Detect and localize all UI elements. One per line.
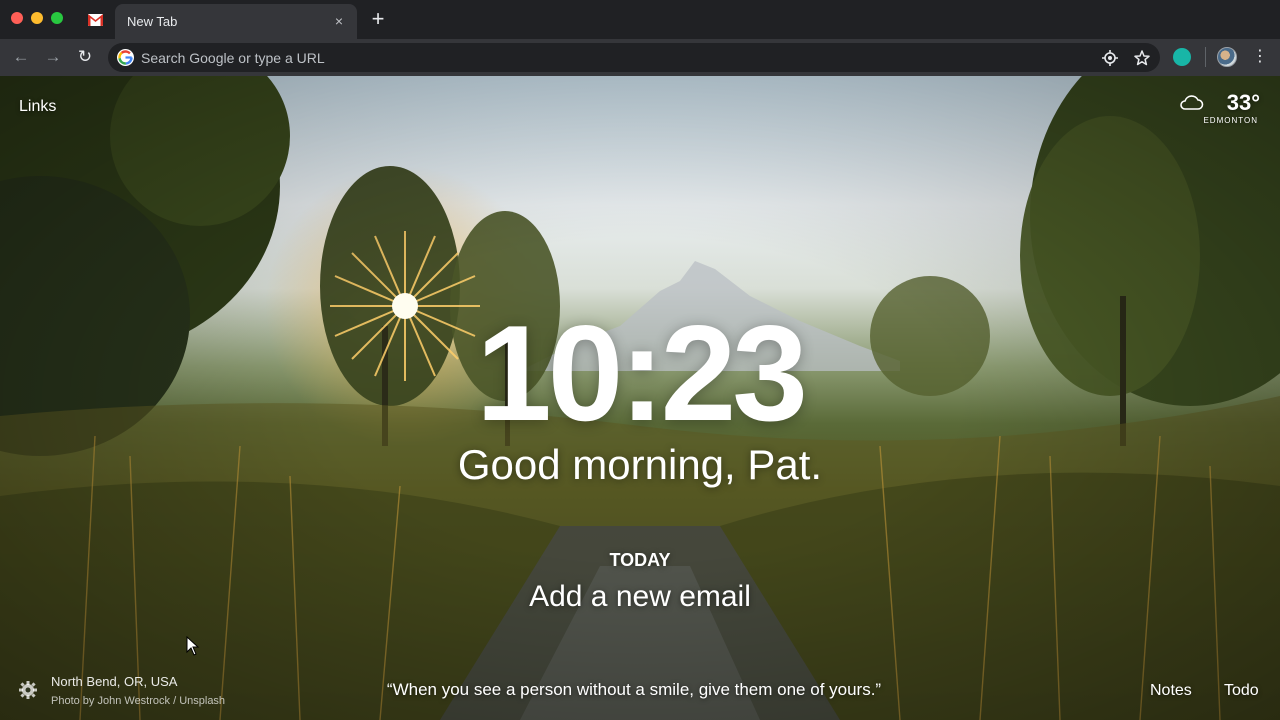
back-button[interactable]: ← [11,47,31,67]
forward-button[interactable]: → [43,47,63,67]
focus-label: TODAY [609,550,671,570]
clock: 10:23 [476,297,808,449]
close-window-button[interactable] [11,12,23,24]
browser-toolbar: ← → ↻ Search Google or type a URL [0,39,1280,76]
weather-location: EDMONTON [1203,116,1258,125]
tab-strip: New Tab × + [0,0,1280,39]
close-tab-icon[interactable]: × [331,13,347,29]
location-target-icon[interactable] [1100,48,1120,68]
address-bar[interactable]: Search Google or type a URL [108,43,1160,72]
maximize-window-button[interactable] [51,12,63,24]
menu-icon[interactable]: ⋮ [1252,46,1268,68]
new-tab-button[interactable]: + [367,8,389,30]
daily-quote[interactable]: “When you see a person without a smile, … [0,680,1268,700]
weather-temperature: 33° [1226,90,1260,115]
notes-button[interactable]: Notes [1150,682,1192,700]
tab-title: New Tab [127,14,178,29]
momentum-page: Links 33° EDMONTON 10:23 Good morning, P… [0,76,1280,720]
star-icon[interactable] [1132,48,1152,68]
extension-icon[interactable] [1173,48,1191,66]
profile-avatar[interactable] [1217,47,1237,67]
address-bar-placeholder: Search Google or type a URL [141,50,325,66]
links-button[interactable]: Links [19,98,56,116]
greeting[interactable]: Good morning, Pat. [0,440,1280,490]
focus-task[interactable]: Add a new email [0,579,1280,615]
reload-button[interactable]: ↻ [75,47,95,67]
todo-button[interactable]: Todo [1224,682,1259,700]
cloud-icon [1180,95,1204,110]
google-icon [117,49,134,66]
tab-new-tab[interactable]: New Tab × [115,4,357,39]
gmail-icon[interactable] [88,14,103,26]
mouse-cursor-icon [186,636,200,656]
weather-widget[interactable]: 33° EDMONTON [1172,88,1262,128]
toolbar-divider [1205,47,1206,67]
minimize-window-button[interactable] [31,12,43,24]
